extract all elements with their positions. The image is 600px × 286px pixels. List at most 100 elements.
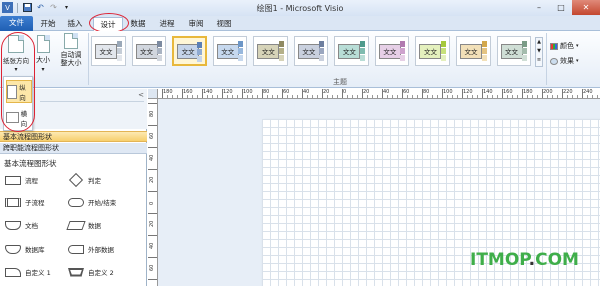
- window-title: 绘图1 - Microsoft Visio: [256, 4, 344, 13]
- watermark-left: ITMOP: [470, 250, 529, 270]
- tab-insert[interactable]: 插入: [63, 17, 87, 31]
- tab-home[interactable]: 开始: [36, 17, 60, 31]
- shape-subprocess[interactable]: 子流程: [5, 197, 45, 207]
- size-label: 大小: [36, 56, 50, 64]
- tab-view[interactable]: 视图: [212, 17, 236, 31]
- theme-thumbnail[interactable]: 文文: [374, 36, 410, 66]
- ruler-minor-tick: [167, 95, 168, 98]
- ruler-minor-tick: [317, 95, 318, 98]
- ruler-minor-tick: [217, 95, 218, 98]
- ruler-minor-tick: [392, 95, 393, 98]
- ruler-tick: [148, 125, 157, 126]
- ruler-minor-tick: [232, 95, 233, 98]
- chevron-down-icon: ▾: [41, 66, 45, 73]
- ruler-label: 60: [283, 89, 290, 95]
- minimize-icon[interactable]: –: [528, 0, 550, 15]
- shape-document[interactable]: 文档: [5, 220, 38, 230]
- shape-label: 文档: [25, 222, 38, 230]
- shape-decision[interactable]: 判定: [68, 172, 101, 188]
- ruler-minor-tick: [337, 95, 338, 98]
- ruler-tick: [148, 257, 157, 258]
- ruler-label: 100: [243, 89, 253, 95]
- tab-review[interactable]: 审阅: [184, 17, 208, 31]
- theme-thumbnail[interactable]: 文文: [455, 36, 491, 66]
- shape-terminator[interactable]: 开始/结束: [68, 197, 116, 207]
- ruler-minor-tick: [507, 95, 508, 98]
- theme-thumbnail[interactable]: 文文: [293, 36, 329, 66]
- ruler-tick: [148, 213, 157, 214]
- ruler-minor-tick: [287, 95, 288, 98]
- theme-sample: 文文: [459, 43, 482, 59]
- auto-size-button[interactable]: 自动调整大小: [56, 33, 86, 67]
- shape-database[interactable]: 数据库: [5, 244, 45, 254]
- watermark-right: COM: [535, 250, 579, 270]
- ruler-minor-tick: [412, 95, 413, 98]
- auto-size-label: 自动调整大小: [60, 51, 82, 67]
- collapse-icon[interactable]: <: [138, 91, 144, 99]
- theme-thumbnail[interactable]: 文文: [334, 36, 369, 66]
- stencil-cross-functional[interactable]: 跨职能流程图形状: [0, 143, 147, 154]
- search-area: [40, 92, 144, 102]
- theme-thumbnail[interactable]: 文文: [253, 36, 288, 66]
- ruler-label: 60: [403, 89, 410, 95]
- close-icon[interactable]: ✕: [572, 0, 600, 15]
- ruler-tick: [148, 191, 157, 192]
- theme-color-bars: [238, 41, 244, 61]
- ruler-minor-tick: [352, 95, 353, 98]
- stencil-basic-flowchart[interactable]: 基本流程图形状: [0, 131, 147, 142]
- ruler-minor-tick: [372, 95, 373, 98]
- theme-thumbnail[interactable]: 文文: [131, 36, 167, 66]
- colors-option[interactable]: 颜色 ▾: [550, 41, 579, 51]
- ruler-label: 120: [223, 89, 233, 95]
- ruler-minor-tick: [487, 95, 488, 98]
- shape-process[interactable]: 流程: [5, 175, 38, 185]
- tab-file[interactable]: 文件: [0, 16, 33, 31]
- ruler-minor-tick: [192, 95, 193, 98]
- theme-thumbnail[interactable]: 文文: [415, 36, 450, 66]
- ruler-tick: [148, 147, 157, 148]
- vertical-ruler[interactable]: 80604020020406080: [148, 99, 158, 286]
- gallery-more-icon[interactable]: ▲ ▼ ≡: [535, 37, 543, 67]
- ruler-minor-tick: [427, 95, 428, 98]
- ruler-label: 0: [343, 89, 347, 95]
- theme-sample: 文文: [177, 43, 200, 59]
- effects-option[interactable]: 效果 ▾: [550, 56, 579, 66]
- custom-1-icon: [5, 267, 21, 277]
- horizontal-ruler[interactable]: 180 160 140 120 100 80 60 40 20 0 20 40 60 80 100 120 14…: [158, 89, 600, 99]
- ruler-minor-tick: [457, 95, 458, 98]
- tab-data[interactable]: 数据: [126, 17, 150, 31]
- ruler-minor-tick: [367, 95, 368, 98]
- shape-external-data[interactable]: 外部数据: [68, 244, 114, 254]
- tab-process[interactable]: 进程: [155, 17, 179, 31]
- maximize-icon[interactable]: □: [550, 0, 572, 15]
- ruler-minor-tick: [347, 95, 348, 98]
- ruler-label: 200: [543, 89, 553, 95]
- database-icon: [5, 244, 21, 254]
- shape-custom-1[interactable]: 自定义 1: [5, 267, 51, 277]
- size-button[interactable]: 大小 ▾: [33, 35, 53, 73]
- theme-thumbnail[interactable]: 文文: [496, 36, 532, 66]
- theme-color-bars: [278, 41, 284, 61]
- ruler-label: 20: [323, 89, 330, 95]
- ruler-minor-tick: [532, 95, 533, 98]
- shape-label: 流程: [25, 177, 38, 185]
- auto-size-icon: [64, 33, 78, 49]
- external-data-icon: [68, 244, 84, 254]
- ruler-minor-tick: [497, 95, 498, 98]
- theme-thumbnail[interactable]: 文文: [172, 36, 207, 66]
- ruler-label: 140: [203, 89, 213, 95]
- ruler-label: 60: [149, 264, 155, 271]
- theme-color-bars: [319, 41, 325, 61]
- ruler-minor-tick: [572, 95, 573, 98]
- ruler-minor-tick: [297, 95, 298, 98]
- ruler-minor-tick: [177, 95, 178, 98]
- ruler-minor-tick: [517, 95, 518, 98]
- theme-thumbnail[interactable]: 文文: [212, 36, 248, 66]
- ruler-minor-tick: [452, 95, 453, 98]
- theme-color-bars: [440, 41, 446, 61]
- shape-custom-2[interactable]: 自定义 2: [68, 267, 114, 277]
- theme-thumbnail[interactable]: 文文: [91, 36, 126, 66]
- shape-data[interactable]: 数据: [66, 220, 101, 230]
- ruler-minor-tick: [417, 95, 418, 98]
- ruler-minor-tick: [537, 95, 538, 98]
